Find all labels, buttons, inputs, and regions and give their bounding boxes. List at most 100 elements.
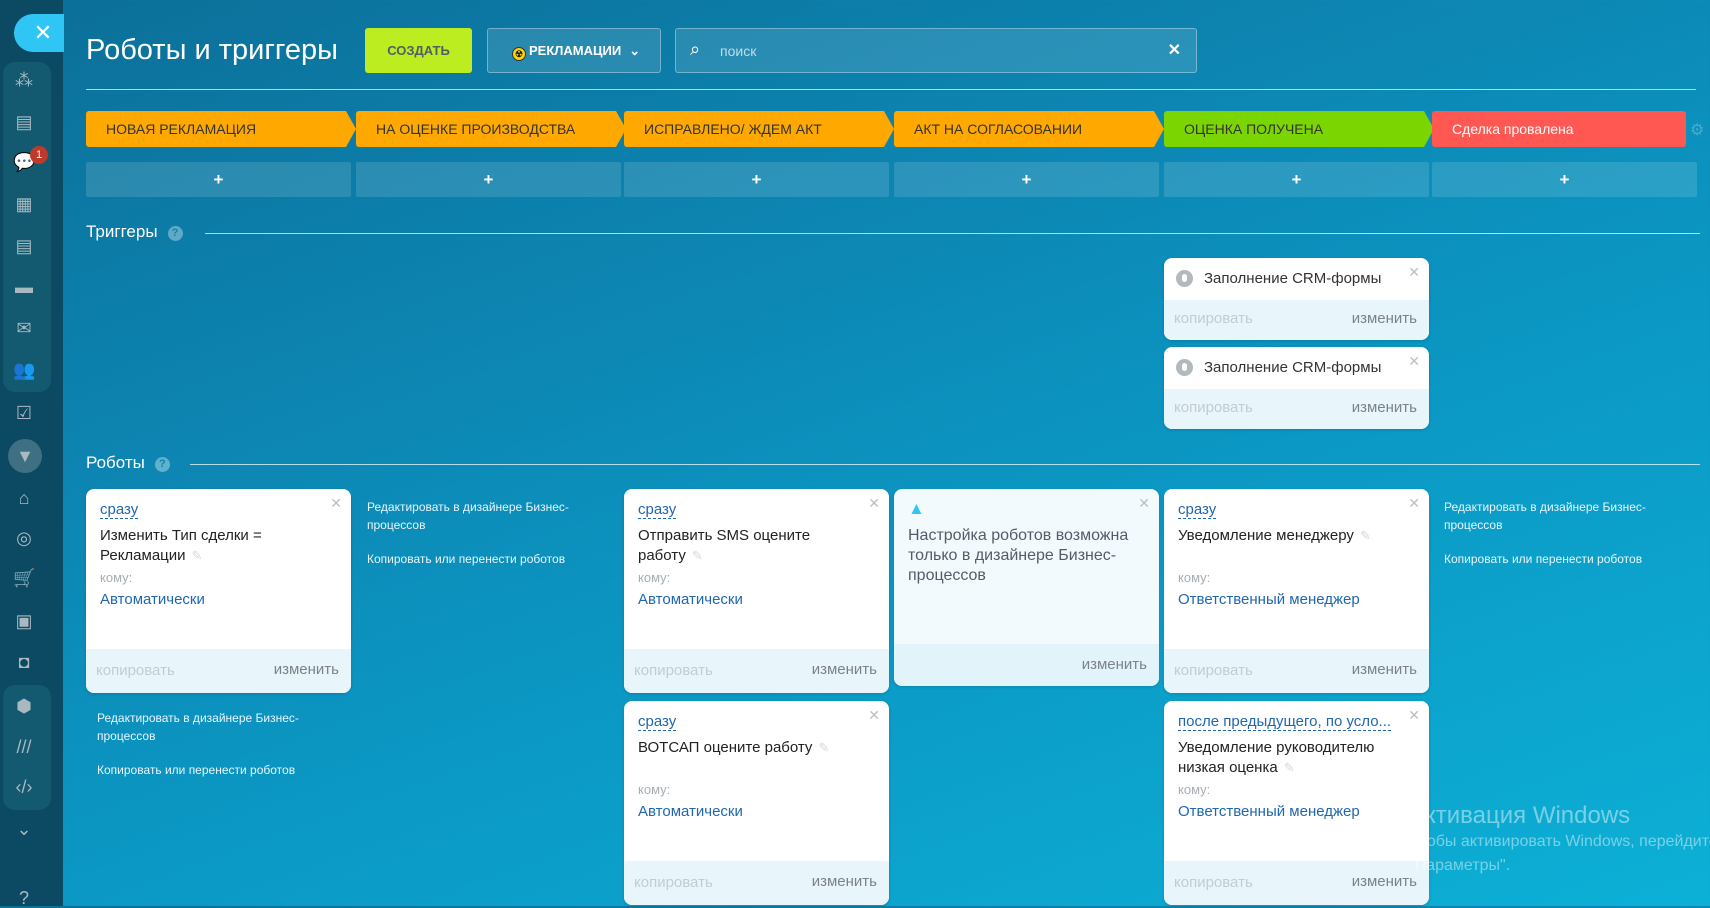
copy-move-robots-link[interactable]: Копировать или перенести роботов [1444,550,1674,568]
chevron-down-icon: ⌄ [629,43,641,58]
edit-link[interactable]: изменить [1352,661,1417,678]
stage-2[interactable]: НА ОЦЕНКЕ ПРОИЗВОДСТВА [356,111,626,147]
stage-4[interactable]: АКТ НА СОГЛАСОВАНИИ [894,111,1164,147]
trigger-card[interactable]: Заполнение CRM-формы ✕ копировать изменит… [1164,258,1429,340]
trigger-title: Заполнение CRM-формы [1204,359,1382,376]
edit-link[interactable]: изменить [1082,656,1147,673]
copy-link[interactable]: копировать [1174,662,1253,679]
windows-activation-watermark: Активация Windows Чтобы активировать Win… [1409,802,1710,878]
add-trigger-button[interactable]: + [894,162,1159,197]
robot-timing-link[interactable]: сразу [638,501,677,519]
edit-in-designer-link[interactable]: Редактировать в дизайнере Бизнес-процесс… [1444,498,1674,534]
add-trigger-button[interactable]: + [86,162,351,197]
recipient-value[interactable]: Ответственный менеджер [1178,591,1360,608]
robot-card[interactable]: сразу ✕ Уведомление менеджеру ✎ кому: Ответст… [1164,489,1429,693]
delete-icon[interactable]: ✕ [1408,264,1420,281]
company-icon[interactable]: ⌂ [13,488,35,508]
delete-icon[interactable]: ✕ [330,495,342,512]
triggers-heading: Триггеры? [86,222,183,242]
target-icon[interactable]: ◎ [13,528,35,548]
edit-link[interactable]: изменить [274,661,339,678]
copy-link[interactable]: копировать [1174,874,1253,891]
edit-in-designer-link[interactable]: Редактировать в дизайнере Бизнес-процесс… [367,498,597,534]
robot-card[interactable]: сразу ✕ ВОТСАП оцените работу ✎ кому: Автомат… [624,701,889,905]
edit-link[interactable]: изменить [1352,399,1417,416]
search-box[interactable]: ⌕ ✕ [675,28,1197,73]
feed-icon[interactable]: ⁂ [13,70,35,90]
recipient-value[interactable]: Автоматически [638,803,743,820]
add-trigger-button[interactable]: + [356,162,621,197]
search-input[interactable] [720,29,1140,72]
delete-icon[interactable]: ✕ [1138,495,1150,512]
checkbox-icon[interactable]: ☑ [13,403,35,423]
chevron-down-icon[interactable]: ⌄ [13,819,35,839]
pencil-icon[interactable]: ✎ [192,548,203,563]
code-icon[interactable]: ‹/› [13,777,35,797]
create-button[interactable]: СОЗДАТЬ [365,28,472,73]
card-footer: изменить [894,644,1159,686]
delete-icon[interactable]: ✕ [868,495,880,512]
close-slider-button[interactable]: ✕ [14,14,64,52]
copy-link[interactable]: копировать [1174,399,1253,416]
copy-link[interactable]: копировать [634,874,713,891]
stage-3[interactable]: ИСПРАВЛЕНО/ ЖДЕМ АКТ [624,111,894,147]
stage-6[interactable]: Сделка провалена [1432,111,1686,147]
column-links: Редактировать в дизайнере Бизнес-процесс… [367,498,597,584]
document-icon[interactable]: ▤ [13,236,35,256]
robot-icon[interactable]: ◘ [13,652,35,672]
copy-link[interactable]: копировать [1174,310,1253,327]
pencil-icon[interactable]: ✎ [692,548,703,563]
cart-icon[interactable]: 🛒 [13,568,35,588]
stage-1[interactable]: НОВАЯ РЕКЛАМАЦИЯ [86,111,356,147]
clear-search-icon[interactable]: ✕ [1168,40,1181,60]
robot-timing-link[interactable]: сразу [1178,501,1217,519]
robot-timing-link[interactable]: после предыдущего, по усло... [1178,713,1392,731]
edit-link[interactable]: изменить [812,661,877,678]
edit-link[interactable]: изменить [1352,310,1417,327]
pencil-icon[interactable]: ✎ [818,740,829,755]
add-trigger-button[interactable]: + [1432,162,1697,197]
box-icon[interactable]: ⬢ [13,696,35,716]
robot-card[interactable]: сразу ✕ Изменить Тип сделки = Рекламации ✎ к… [86,489,351,693]
robot-timing-link[interactable]: сразу [638,713,677,731]
drive-icon[interactable]: ▬ [13,277,35,297]
delete-icon[interactable]: ✕ [868,707,880,724]
help-icon[interactable]: ? [154,457,170,472]
trigger-card[interactable]: Заполнение CRM-формы ✕ копировать изменит… [1164,347,1429,429]
mail-icon[interactable]: ✉ [13,318,35,338]
robots-divider [190,464,1700,465]
help-icon[interactable]: ? [13,888,35,908]
edit-link[interactable]: изменить [1352,873,1417,890]
edit-in-designer-link[interactable]: Редактировать в дизайнере Бизнес-процесс… [97,709,327,745]
copy-link[interactable]: копировать [634,662,713,679]
marketplace-icon[interactable]: /// [13,737,35,757]
recipient-value[interactable]: Автоматически [100,591,205,608]
robot-card[interactable]: после предыдущего, по усло... ✕ Уведомлени… [1164,701,1429,905]
card-footer: копировать изменить [86,649,351,693]
pencil-icon[interactable]: ✎ [1284,760,1295,775]
robot-card[interactable]: сразу ✕ Отправить SMS оцените работу ✎ кому:… [624,489,889,693]
add-trigger-button[interactable]: + [624,162,889,197]
delete-icon[interactable]: ✕ [1408,353,1420,370]
delete-icon[interactable]: ✕ [1408,495,1420,512]
robot-timing-link[interactable]: сразу [100,501,139,519]
stage-settings-gear-icon[interactable]: ⚙ [1690,120,1704,140]
copy-link[interactable]: копировать [96,662,175,679]
delete-icon[interactable]: ✕ [1408,707,1420,724]
robot-title-wrap: ВОТСАП оцените работу ✎ [638,738,873,758]
recipient-value[interactable]: Автоматически [638,591,743,608]
contact-card-icon[interactable]: ▣ [13,611,35,631]
help-icon[interactable]: ? [167,226,183,241]
tasks-list-icon[interactable]: ▤ [13,112,35,132]
recipient-value[interactable]: Ответственный менеджер [1178,803,1360,820]
category-dropdown[interactable]: ☢ РЕКЛАМАЦИИ ⌄ [487,28,661,73]
copy-move-robots-link[interactable]: Копировать или перенести роботов [367,550,597,568]
calendar-icon[interactable]: ▦ [13,194,35,214]
crm-funnel-icon[interactable]: ▼ [8,439,42,473]
edit-link[interactable]: изменить [812,873,877,890]
add-trigger-button[interactable]: + [1164,162,1429,197]
copy-move-robots-link[interactable]: Копировать или перенести роботов [97,761,327,779]
groups-icon[interactable]: 👥 [13,360,35,380]
pencil-icon[interactable]: ✎ [1360,528,1371,543]
stage-5[interactable]: ОЦЕНКА ПОЛУЧЕНА [1164,111,1434,147]
